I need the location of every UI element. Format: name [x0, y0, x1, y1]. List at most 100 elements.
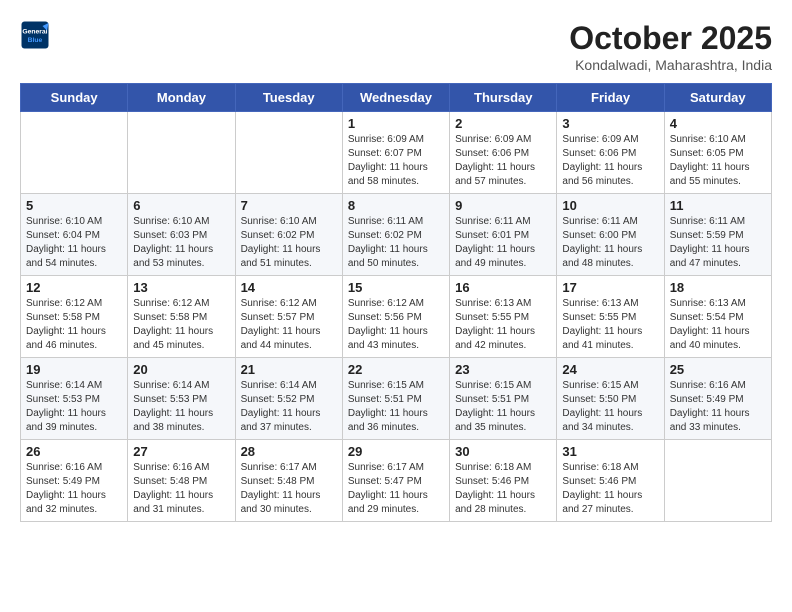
calendar-week-row: 5 Sunrise: 6:10 AM Sunset: 6:04 PM Daylig…: [21, 194, 772, 276]
calendar-week-row: 19 Sunrise: 6:14 AM Sunset: 5:53 PM Dayli…: [21, 358, 772, 440]
day-info: Sunrise: 6:17 AM Sunset: 5:48 PM Dayligh…: [241, 461, 337, 517]
day-number: 4: [670, 116, 766, 131]
day-info: Sunrise: 6:15 AM Sunset: 5:50 PM Dayligh…: [562, 379, 658, 435]
calendar-cell: 25Sunrise: 6:16 AM Sunset: 5:49 PM Dayli…: [664, 358, 771, 440]
day-info: Sunrise: 6:12 AM Sunset: 5:58 PM Dayligh…: [26, 297, 122, 353]
calendar-cell: 23Sunrise: 6:15 AM Sunset: 5:51 PM Dayli…: [450, 358, 557, 440]
calendar-cell: 19 Sunrise: 6:14 AM Sunset: 5:53 PM Dayli…: [21, 358, 128, 440]
calendar-cell: 2 Sunrise: 6:09 AM Sunset: 6:06 PM Daylig…: [450, 112, 557, 194]
day-info: Sunrise: 6:10 AM Sunset: 6:04 PM Dayligh…: [26, 215, 122, 271]
day-info: Sunrise: 6:11 AM Sunset: 6:01 PM Dayligh…: [455, 215, 551, 271]
day-info: Sunrise: 6:12 AM Sunset: 5:57 PM Dayligh…: [241, 297, 337, 353]
day-number: 20: [133, 362, 229, 377]
day-info: Sunrise: 6:15 AM Sunset: 5:51 PM Dayligh…: [348, 379, 444, 435]
day-info: Sunrise: 6:11 AM Sunset: 6:02 PM Dayligh…: [348, 215, 444, 271]
calendar-cell: 13 Sunrise: 6:12 AM Sunset: 5:58 PM Dayli…: [128, 276, 235, 358]
day-number: 6: [133, 198, 229, 213]
calendar-cell: 8 Sunrise: 6:11 AM Sunset: 6:02 PM Daylig…: [342, 194, 449, 276]
calendar-week-row: 12 Sunrise: 6:12 AM Sunset: 5:58 PM Dayli…: [21, 276, 772, 358]
calendar-cell: 21 Sunrise: 6:14 AM Sunset: 5:52 PM Dayli…: [235, 358, 342, 440]
calendar-header-row: SundayMondayTuesdayWednesdayThursdayFrid…: [21, 84, 772, 112]
title-block: October 2025 Kondalwadi, Maharashtra, In…: [569, 20, 772, 73]
calendar-week-row: 1Sunrise: 6:09 AM Sunset: 6:07 PM Daylig…: [21, 112, 772, 194]
day-number: 24: [562, 362, 658, 377]
calendar-table: SundayMondayTuesdayWednesdayThursdayFrid…: [20, 83, 772, 522]
day-number: 29: [348, 444, 444, 459]
day-info: Sunrise: 6:11 AM Sunset: 5:59 PM Dayligh…: [670, 215, 766, 271]
svg-text:Blue: Blue: [28, 37, 43, 44]
day-of-week-header: Friday: [557, 84, 664, 112]
page-header: General Blue October 2025 Kondalwadi, Ma…: [20, 20, 772, 73]
day-number: 8: [348, 198, 444, 213]
calendar-cell: 22 Sunrise: 6:15 AM Sunset: 5:51 PM Dayli…: [342, 358, 449, 440]
day-number: 25: [670, 362, 766, 377]
calendar-cell: 28 Sunrise: 6:17 AM Sunset: 5:48 PM Dayli…: [235, 440, 342, 522]
day-info: Sunrise: 6:09 AM Sunset: 6:06 PM Dayligh…: [455, 133, 551, 189]
day-info: Sunrise: 6:14 AM Sunset: 5:53 PM Dayligh…: [26, 379, 122, 435]
calendar-cell: 1Sunrise: 6:09 AM Sunset: 6:07 PM Daylig…: [342, 112, 449, 194]
calendar-cell: 5 Sunrise: 6:10 AM Sunset: 6:04 PM Daylig…: [21, 194, 128, 276]
calendar-cell: 3 Sunrise: 6:09 AM Sunset: 6:06 PM Daylig…: [557, 112, 664, 194]
day-number: 18: [670, 280, 766, 295]
day-number: 5: [26, 198, 122, 213]
day-number: 26: [26, 444, 122, 459]
day-info: Sunrise: 6:18 AM Sunset: 5:46 PM Dayligh…: [455, 461, 551, 517]
day-info: Sunrise: 6:10 AM Sunset: 6:03 PM Dayligh…: [133, 215, 229, 271]
day-of-week-header: Thursday: [450, 84, 557, 112]
day-info: Sunrise: 6:10 AM Sunset: 6:02 PM Dayligh…: [241, 215, 337, 271]
day-info: Sunrise: 6:12 AM Sunset: 5:58 PM Dayligh…: [133, 297, 229, 353]
day-number: 19: [26, 362, 122, 377]
calendar-cell: 31 Sunrise: 6:18 AM Sunset: 5:46 PM Dayli…: [557, 440, 664, 522]
day-number: 23: [455, 362, 551, 377]
calendar-cell: 24 Sunrise: 6:15 AM Sunset: 5:50 PM Dayli…: [557, 358, 664, 440]
day-number: 31: [562, 444, 658, 459]
day-info: Sunrise: 6:16 AM Sunset: 5:48 PM Dayligh…: [133, 461, 229, 517]
day-number: 21: [241, 362, 337, 377]
calendar-cell: 14Sunrise: 6:12 AM Sunset: 5:57 PM Dayli…: [235, 276, 342, 358]
day-number: 28: [241, 444, 337, 459]
day-info: Sunrise: 6:14 AM Sunset: 5:53 PM Dayligh…: [133, 379, 229, 435]
day-number: 1: [348, 116, 444, 131]
calendar-cell: 12 Sunrise: 6:12 AM Sunset: 5:58 PM Dayli…: [21, 276, 128, 358]
day-info: Sunrise: 6:13 AM Sunset: 5:54 PM Dayligh…: [670, 297, 766, 353]
calendar-cell: 26 Sunrise: 6:16 AM Sunset: 5:49 PM Dayli…: [21, 440, 128, 522]
day-of-week-header: Wednesday: [342, 84, 449, 112]
day-number: 7: [241, 198, 337, 213]
day-info: Sunrise: 6:16 AM Sunset: 5:49 PM Dayligh…: [26, 461, 122, 517]
calendar-cell: 9 Sunrise: 6:11 AM Sunset: 6:01 PM Daylig…: [450, 194, 557, 276]
calendar-cell: 29 Sunrise: 6:17 AM Sunset: 5:47 PM Dayli…: [342, 440, 449, 522]
calendar-cell: 18 Sunrise: 6:13 AM Sunset: 5:54 PM Dayli…: [664, 276, 771, 358]
calendar-cell: 20 Sunrise: 6:14 AM Sunset: 5:53 PM Dayli…: [128, 358, 235, 440]
day-number: 16: [455, 280, 551, 295]
day-info: Sunrise: 6:13 AM Sunset: 5:55 PM Dayligh…: [455, 297, 551, 353]
day-info: Sunrise: 6:17 AM Sunset: 5:47 PM Dayligh…: [348, 461, 444, 517]
day-number: 22: [348, 362, 444, 377]
day-number: 30: [455, 444, 551, 459]
calendar-cell: 11Sunrise: 6:11 AM Sunset: 5:59 PM Dayli…: [664, 194, 771, 276]
day-info: Sunrise: 6:11 AM Sunset: 6:00 PM Dayligh…: [562, 215, 658, 271]
day-number: 12: [26, 280, 122, 295]
calendar-cell: 15Sunrise: 6:12 AM Sunset: 5:56 PM Dayli…: [342, 276, 449, 358]
day-info: Sunrise: 6:18 AM Sunset: 5:46 PM Dayligh…: [562, 461, 658, 517]
calendar-cell: 27 Sunrise: 6:16 AM Sunset: 5:48 PM Dayli…: [128, 440, 235, 522]
day-of-week-header: Sunday: [21, 84, 128, 112]
calendar-title: October 2025: [569, 20, 772, 57]
day-number: 2: [455, 116, 551, 131]
day-number: 9: [455, 198, 551, 213]
day-number: 27: [133, 444, 229, 459]
day-info: Sunrise: 6:14 AM Sunset: 5:52 PM Dayligh…: [241, 379, 337, 435]
day-number: 10: [562, 198, 658, 213]
day-number: 3: [562, 116, 658, 131]
day-info: Sunrise: 6:09 AM Sunset: 6:06 PM Dayligh…: [562, 133, 658, 189]
calendar-cell: 16 Sunrise: 6:13 AM Sunset: 5:55 PM Dayli…: [450, 276, 557, 358]
calendar-cell: 6 Sunrise: 6:10 AM Sunset: 6:03 PM Daylig…: [128, 194, 235, 276]
calendar-cell: 7 Sunrise: 6:10 AM Sunset: 6:02 PM Daylig…: [235, 194, 342, 276]
day-number: 13: [133, 280, 229, 295]
logo: General Blue: [20, 20, 50, 50]
day-info: Sunrise: 6:10 AM Sunset: 6:05 PM Dayligh…: [670, 133, 766, 189]
svg-text:General: General: [22, 29, 47, 36]
calendar-cell: 30 Sunrise: 6:18 AM Sunset: 5:46 PM Dayli…: [450, 440, 557, 522]
day-of-week-header: Saturday: [664, 84, 771, 112]
day-number: 15: [348, 280, 444, 295]
day-info: Sunrise: 6:13 AM Sunset: 5:55 PM Dayligh…: [562, 297, 658, 353]
